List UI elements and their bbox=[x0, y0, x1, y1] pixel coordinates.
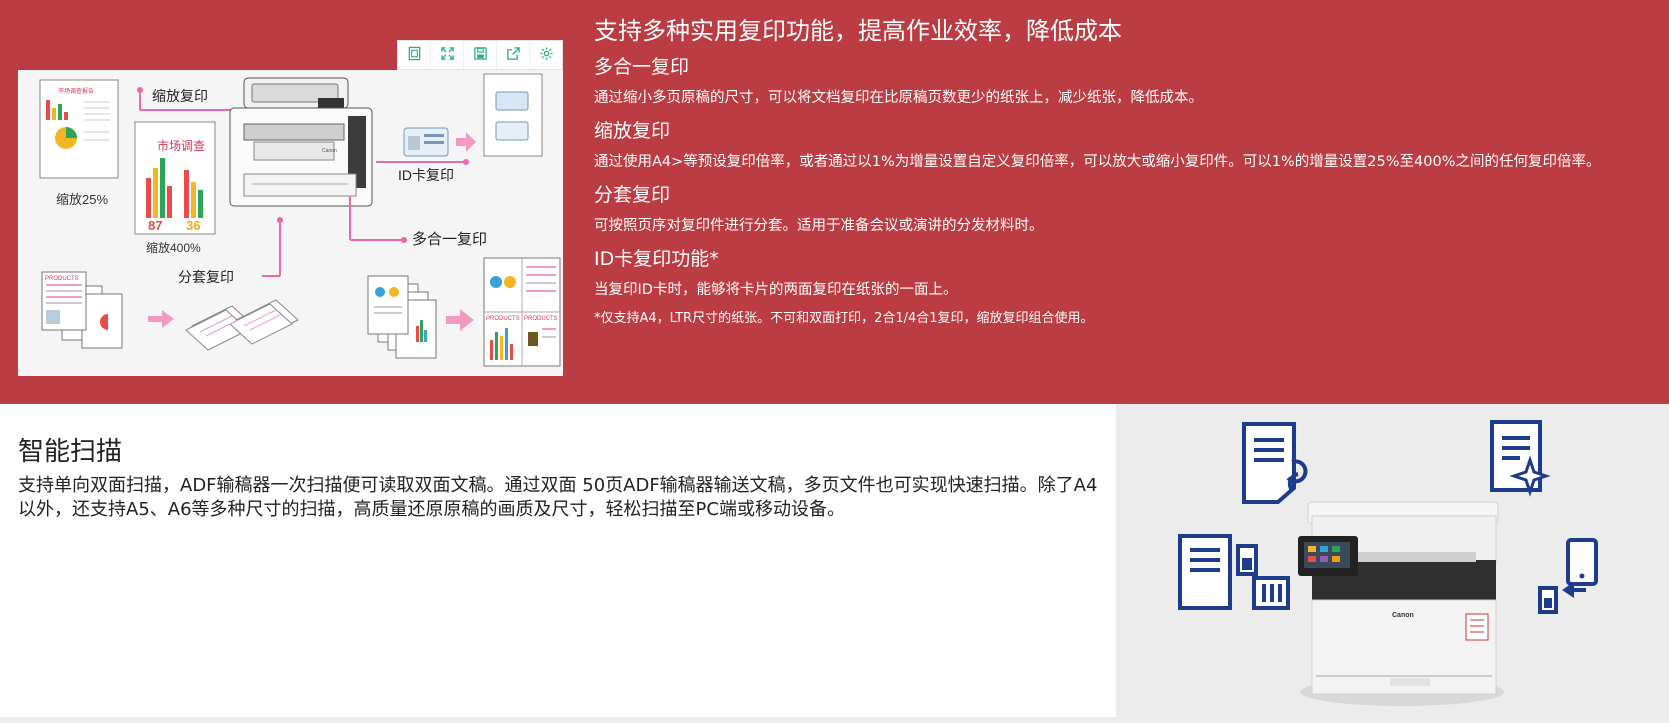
feature-text-collate: 可按照页序对复印件进行分套。适用于准备会议或演讲的分发材料时。 bbox=[594, 218, 1044, 234]
gear-icon bbox=[539, 46, 554, 65]
zoom-copy-connector: 缩放复印 bbox=[137, 87, 234, 111]
products-label-3: PRODUCTS bbox=[524, 316, 558, 322]
printer-illustration: Canon bbox=[229, 77, 373, 207]
lower-connectors: 多合一复印 分套复印 bbox=[178, 196, 487, 285]
zoom-400-label: 缩放400% bbox=[146, 240, 201, 255]
market-survey-label: 市场调查 bbox=[157, 138, 205, 153]
canon-mini-label: Canon bbox=[322, 148, 337, 154]
frame-icon bbox=[407, 46, 422, 65]
zoom-25-page: 市场调查报告 缩放25% bbox=[39, 79, 119, 207]
copy-feature-band: 市场调查报告 缩放25% 缩放复印 市场调查 87 36 缩放400% Cano… bbox=[0, 0, 1669, 404]
id-card-copy-label: ID卡复印 bbox=[398, 167, 454, 183]
image-toolbar bbox=[397, 40, 563, 70]
scan-feature-illustration: Canon bbox=[1116, 404, 1669, 717]
page: 市场调查报告 缩放25% 缩放复印 市场调查 87 36 缩放400% Cano… bbox=[0, 0, 1669, 723]
canon-brand-label: Canon bbox=[1392, 612, 1414, 619]
save-button[interactable] bbox=[464, 41, 497, 69]
expand-button[interactable] bbox=[431, 41, 464, 69]
copy-features-text: 支持多种实用复印功能，提高作业效率，降低成本 多合一复印 通过缩小多页原稿的尺寸… bbox=[594, 12, 1660, 330]
share-icon bbox=[506, 46, 521, 65]
zoom-copy-label: 缩放复印 bbox=[152, 88, 208, 104]
nup-output: PRODUCTS PRODUCTS bbox=[483, 257, 561, 367]
copy-section-title: 支持多种实用复印功能，提高作业效率，降低成本 bbox=[594, 17, 1122, 45]
collate-originals: PRODUCTS bbox=[41, 271, 174, 349]
products-label-2: PRODUCTS bbox=[486, 316, 520, 322]
pct-87-label: 87 bbox=[148, 218, 162, 233]
feature-text-nup: 通过缩小多页原稿的尺寸，可以将文档复印在比原稿页数更少的纸张上，减少纸张，降低成… bbox=[594, 90, 1203, 106]
scanner-printer-illustration: Canon bbox=[1298, 501, 1504, 706]
scan-section-description: 支持单向双面扫描，ADF输稿器一次扫描便可读取双面文稿。通过双面 50页ADF输… bbox=[18, 475, 1098, 520]
share-button[interactable] bbox=[497, 41, 530, 69]
nup-originals bbox=[367, 275, 474, 359]
id-card-section: ID卡复印 bbox=[376, 73, 543, 183]
feature-heading-collate: 分套复印 bbox=[594, 184, 671, 206]
bottom-strip bbox=[0, 717, 1669, 723]
pct-36-label: 36 bbox=[186, 218, 200, 233]
feature-heading-zoom: 缩放复印 bbox=[594, 120, 671, 142]
mobile-device-icon bbox=[1538, 538, 1598, 614]
scan-feature-text-panel: 智能扫描 支持单向双面扫描，ADF输稿器一次扫描便可读取双面文稿。通过双面 50… bbox=[0, 404, 1116, 717]
feature-heading-nup: 多合一复印 bbox=[594, 56, 690, 78]
feature-text-zoom: 通过使用A4>等预设复印倍率，或者通过以1%为增量设置自定义复印倍率，可以放大或… bbox=[594, 154, 1601, 170]
collate-output bbox=[185, 299, 299, 351]
document-duplex-icon bbox=[1242, 422, 1308, 504]
scan-section-title: 智能扫描 bbox=[18, 437, 123, 467]
document-sparkle-icon bbox=[1490, 420, 1551, 497]
feature-footnote: *仅支持A4，LTR尺寸的纸张。不可和双面打印，2合1/4合1复印，缩放复印组合… bbox=[594, 311, 1094, 326]
collate-copy-label: 分套复印 bbox=[178, 269, 234, 285]
expand-icon bbox=[440, 46, 455, 65]
doc-heading-label: 市场调查报告 bbox=[58, 87, 94, 95]
frame-button[interactable] bbox=[398, 41, 431, 69]
feature-heading-id-card: ID卡复印功能* bbox=[594, 248, 719, 270]
copy-features-illustration: 市场调查报告 缩放25% 缩放复印 市场调查 87 36 缩放400% Cano… bbox=[18, 70, 563, 376]
save-icon bbox=[473, 46, 488, 65]
settings-button[interactable] bbox=[530, 41, 562, 69]
nup-copy-label: 多合一复印 bbox=[412, 230, 487, 248]
feature-text-id-card: 当复印ID卡时，能够将卡片的两面复印在纸张的一面上。 bbox=[594, 282, 958, 298]
products-label-1: PRODUCTS bbox=[45, 276, 79, 282]
document-to-storage-icon bbox=[1178, 534, 1290, 610]
zoom-400-page: 市场调查 87 36 缩放400% bbox=[134, 121, 216, 255]
zoom-25-label: 缩放25% bbox=[56, 192, 108, 207]
